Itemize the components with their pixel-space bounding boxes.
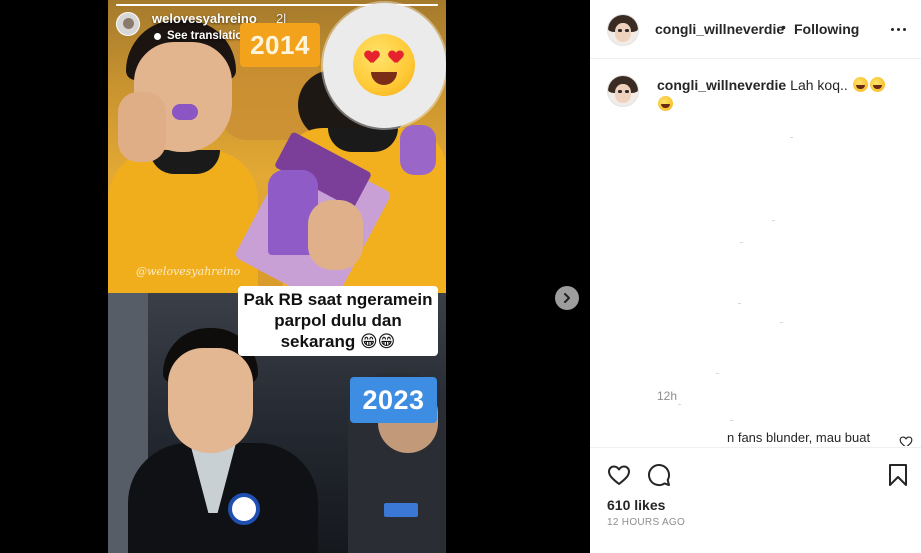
year-badge-2014: 2014: [240, 23, 320, 67]
next-comment-preview: n fans blunder, mau buat: [727, 430, 871, 445]
party-badge: [228, 493, 260, 525]
post-image[interactable]: @welovesyahreino welovesyahreino 2l See …: [108, 0, 446, 553]
bookmark-icon[interactable]: [887, 463, 909, 487]
heart-eyes-emoji-icon: [353, 34, 415, 96]
comments-list[interactable]: congli_willneverdie Lah koq.. 12h n fans …: [590, 60, 921, 446]
header-separator: •: [781, 19, 786, 35]
emoji-mouth: [371, 72, 397, 85]
caption-line-1: Pak RB saat ngeramein: [243, 290, 433, 309]
next-image-button[interactable]: [555, 286, 579, 310]
post-sidebar: congli_willneverdie • Following congli_w…: [590, 0, 921, 553]
post-header: congli_willneverdie • Following: [590, 0, 921, 59]
popsicle-eaten: [172, 104, 198, 120]
see-translation-link[interactable]: See translation: [154, 30, 249, 42]
more-options-icon[interactable]: [891, 22, 911, 36]
rofl-emoji-icon: [869, 77, 885, 92]
man-face: [168, 348, 253, 453]
story-caption: Pak RB saat ngeramein parpol dulu dan se…: [238, 286, 438, 356]
comment-avatar[interactable]: [607, 75, 639, 107]
comment-timestamp: 12h: [657, 389, 678, 403]
chevron-right-icon: [564, 293, 570, 303]
rofl-emoji-icon: [658, 96, 673, 111]
post-actions: 610 likes 12 HOURS AGO: [590, 447, 921, 553]
comment-item: congli_willneverdie Lah koq..: [657, 76, 887, 114]
year-badge-2023: 2023: [350, 377, 437, 423]
man-hand: [118, 92, 166, 162]
image-watermark: @welovesyahreino: [136, 265, 241, 278]
comment-bubble-icon[interactable]: [647, 463, 671, 487]
translation-label: See translation: [167, 30, 250, 42]
heart-eye-icon: [365, 51, 379, 64]
comment-heart-icon[interactable]: [899, 435, 913, 446]
author-username[interactable]: congli_willneverdie: [655, 21, 784, 37]
heart-icon[interactable]: [607, 463, 631, 487]
likes-count[interactable]: 610 likes: [607, 497, 665, 513]
comment-fade-overlay: [607, 429, 725, 445]
translation-dot-icon: [154, 32, 161, 40]
following-button[interactable]: Following: [794, 21, 859, 37]
author-avatar[interactable]: [607, 14, 639, 46]
security-jacket-logo: [384, 503, 418, 517]
story-avatar[interactable]: [116, 12, 140, 36]
post-timestamp[interactable]: 12 HOURS AGO: [607, 517, 685, 528]
popsicle-right: [400, 125, 436, 175]
caption-line-2: parpol dulu dan: [274, 311, 402, 330]
woman-hand: [308, 200, 363, 270]
comment-username[interactable]: congli_willneverdie: [657, 77, 786, 93]
rofl-emoji-icon: [852, 77, 868, 92]
story-avatar-image: [123, 18, 134, 29]
emoji-sticker: [323, 3, 446, 128]
heart-eye-icon: [389, 51, 403, 64]
media-viewer: @welovesyahreino welovesyahreino 2l See …: [0, 0, 590, 553]
caption-line-3: sekarang 😁😁: [280, 332, 396, 351]
comment-body: Lah koq..: [790, 77, 848, 93]
